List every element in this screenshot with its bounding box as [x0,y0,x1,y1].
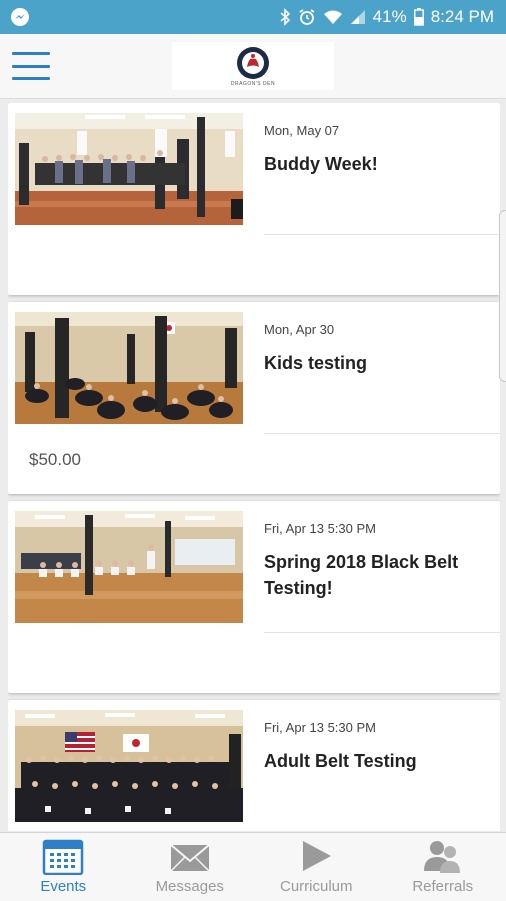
alarm-icon [298,8,316,26]
card-divider [264,632,500,633]
event-title: Adult Belt Testing [264,748,484,774]
nav-label: Referrals [412,878,473,895]
clock-time: 8:24 PM [431,7,494,27]
nav-events[interactable]: Events [0,833,127,901]
app-header: DRAGON'S DEN [0,34,506,99]
event-photo [15,312,243,424]
event-photo [15,710,243,822]
event-card[interactable]: Fri, Apr 13 5:30 PM Adult Belt Testing [8,700,500,831]
card-divider [264,433,500,434]
school-logo: DRAGON'S DEN [172,42,334,90]
nav-curriculum[interactable]: Curriculum [253,833,380,901]
side-drawer-handle[interactable] [499,210,506,382]
nav-label: Events [40,878,86,895]
wifi-icon [323,8,343,26]
event-card[interactable]: Mon, May 07 Buddy Week! [8,103,500,295]
nav-label: Curriculum [280,878,353,895]
logo-emblem-icon [236,46,270,80]
event-price: $50.00 [29,450,81,470]
events-feed[interactable]: Mon, May 07 Buddy Week! [8,103,500,831]
bluetooth-icon [279,8,291,26]
people-icon [422,837,464,875]
signal-icon [350,9,366,25]
logo-text: DRAGON'S DEN [231,81,275,87]
event-title: Spring 2018 Black Belt Testing! [264,549,484,601]
messenger-icon [10,7,30,27]
event-date: Fri, Apr 13 5:30 PM [264,720,376,735]
event-card[interactable]: Fri, Apr 13 5:30 PM Spring 2018 Black Be… [8,501,500,693]
play-icon [295,837,337,875]
nav-messages[interactable]: Messages [127,833,254,901]
event-card[interactable]: Mon, Apr 30 Kids testing $50.00 [8,302,500,494]
event-date: Mon, Apr 30 [264,322,334,337]
envelope-icon [169,837,211,875]
event-photo [15,511,243,623]
card-divider [264,234,500,235]
event-date: Mon, May 07 [264,123,339,138]
calendar-icon [42,837,84,875]
event-photo [15,113,243,225]
battery-percent: 41% [373,7,407,27]
event-date: Fri, Apr 13 5:30 PM [264,521,376,536]
battery-icon [414,8,424,26]
status-bar: 41% 8:24 PM [0,0,506,34]
event-title: Buddy Week! [264,151,484,177]
event-title: Kids testing [264,350,484,376]
bottom-navigation: Events Messages Curriculum Referrals [0,832,506,901]
hamburger-menu-icon[interactable] [12,52,50,80]
nav-label: Messages [156,878,224,895]
nav-referrals[interactable]: Referrals [380,833,506,901]
